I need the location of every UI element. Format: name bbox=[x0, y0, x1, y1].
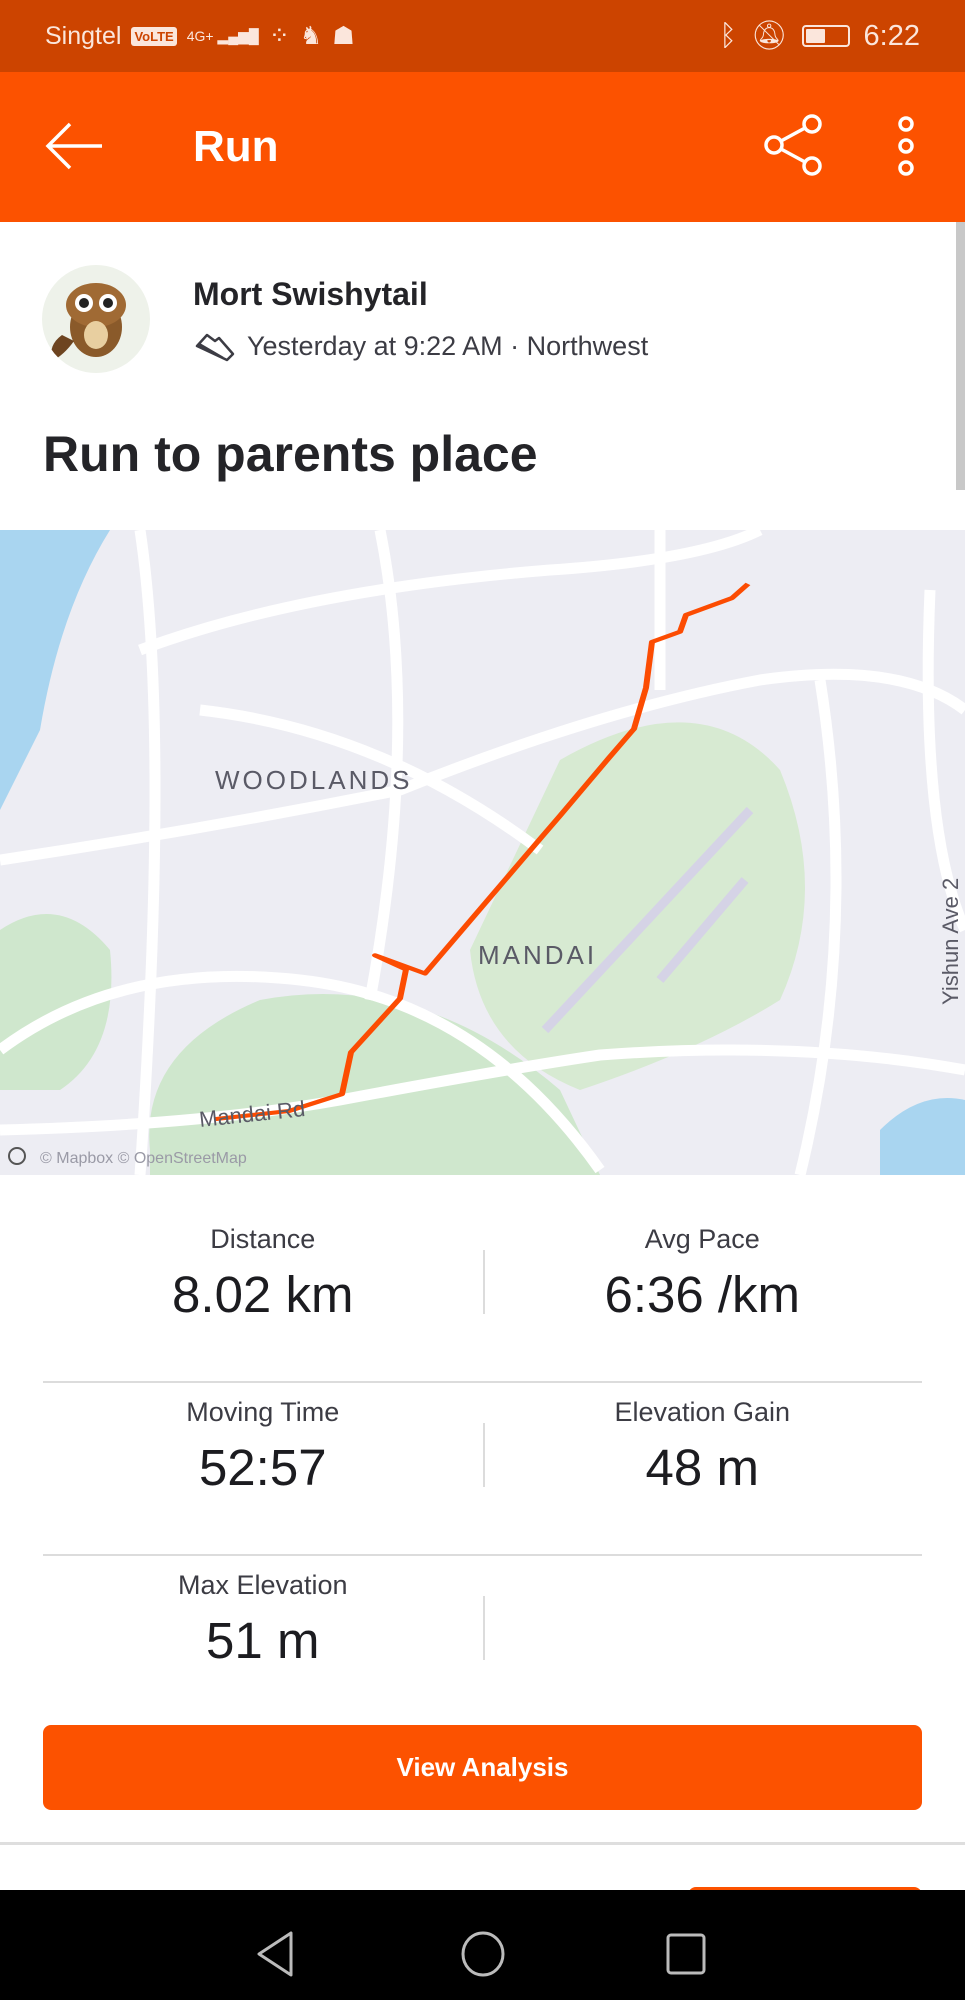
system-nav-bar bbox=[0, 1890, 965, 2000]
clock: 6:22 bbox=[863, 19, 920, 52]
share-icon[interactable] bbox=[762, 114, 824, 176]
signal-icon: 4G+ ▂▄▆█ bbox=[186, 28, 259, 44]
page-title: Run bbox=[193, 122, 279, 171]
notification-icon: ♞ bbox=[299, 22, 323, 50]
carrier-name: Singtel bbox=[45, 21, 122, 50]
bluetooth-icon: ᛒ bbox=[719, 19, 737, 52]
route-map[interactable]: WOODLANDS MANDAI Mandai Rd Yishun Ave 2 … bbox=[0, 530, 965, 1175]
fitbit-icon: ⁘ bbox=[268, 22, 290, 50]
mapbox-logo-icon bbox=[8, 1147, 26, 1165]
battery-icon bbox=[801, 25, 850, 47]
stat-label: Avg Pace bbox=[644, 1224, 760, 1254]
avatar[interactable] bbox=[42, 265, 150, 373]
map-water bbox=[880, 1098, 965, 1175]
map-roads bbox=[0, 530, 965, 1175]
map-label-woodlands: WOODLANDS bbox=[215, 765, 412, 795]
volte-icon: VoLTE bbox=[131, 26, 177, 46]
date-location: Yesterday at 9:22 AM · Northwest bbox=[247, 331, 649, 361]
map-water bbox=[0, 530, 110, 810]
scrollbar[interactable] bbox=[956, 222, 965, 490]
stat-value: 51 m bbox=[206, 1612, 320, 1669]
map-park bbox=[470, 722, 805, 1090]
status-bar: Singtel VoLTE 4G+ ▂▄▆█ ⁘ ♞ ☗ ᛒ 🔕︎ 6:22 bbox=[0, 0, 965, 72]
section-divider bbox=[0, 1842, 965, 1845]
stat-value: 6:36 /km bbox=[604, 1266, 801, 1323]
more-vertical-icon[interactable] bbox=[893, 116, 919, 176]
map-label-yishun-ave: Yishun Ave 2 bbox=[938, 878, 963, 1005]
back-nav-icon[interactable] bbox=[255, 1930, 295, 1978]
view-analysis-button[interactable]: View Analysis bbox=[43, 1725, 922, 1810]
athlete-name[interactable]: Mort Swishytail bbox=[193, 276, 428, 313]
activity-title: Run to parents place bbox=[43, 426, 538, 482]
map-attribution: © Mapbox © OpenStreetMap bbox=[40, 1150, 247, 1167]
stat-value: 48 m bbox=[645, 1439, 759, 1496]
arrow-left-icon[interactable] bbox=[44, 120, 104, 172]
stat-label: Max Elevation bbox=[177, 1570, 348, 1600]
mute-icon: 🔕︎ bbox=[750, 20, 788, 52]
stat-label: Elevation Gain bbox=[614, 1397, 791, 1427]
shoe-icon bbox=[195, 333, 235, 361]
stat-label: Moving Time bbox=[186, 1397, 340, 1427]
stats-row: Max Elevation 51 m bbox=[43, 1556, 922, 1729]
stat-value: 8.02 km bbox=[172, 1266, 354, 1323]
stats-row: Distance 8.02 km Avg Pace 6:36 /km bbox=[43, 1210, 922, 1383]
home-nav-icon[interactable] bbox=[460, 1930, 506, 1978]
recents-nav-icon[interactable] bbox=[665, 1932, 707, 1976]
map-label-mandai: MANDAI bbox=[478, 940, 597, 970]
stats-row: Moving Time 52:57 Elevation Gain 48 m bbox=[43, 1383, 922, 1556]
game-icon: ☗ bbox=[332, 22, 355, 50]
stats-grid: Distance 8.02 km Avg Pace 6:36 /km Moving … bbox=[43, 1210, 922, 1729]
divider bbox=[482, 1596, 485, 1660]
activity-meta: Yesterday at 9:22 AM · Northwest bbox=[193, 331, 648, 362]
app-bar: Run bbox=[0, 72, 965, 222]
map-canvas: WOODLANDS MANDAI Mandai Rd Yishun Ave 2 … bbox=[0, 530, 965, 1175]
stat-label: Distance bbox=[210, 1224, 316, 1254]
stat-value: 52:57 bbox=[198, 1439, 327, 1496]
